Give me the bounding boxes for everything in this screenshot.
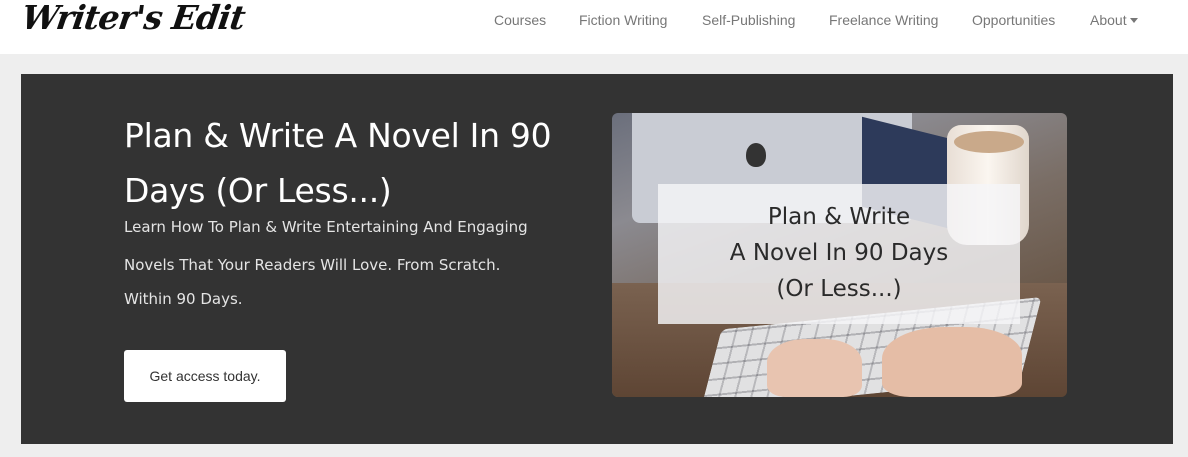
get-access-button[interactable]: Get access today. [124, 350, 286, 402]
nav-about-label: About [1090, 12, 1127, 28]
hero-subtitle-line: Within 90 Days. [124, 290, 243, 308]
nav-courses[interactable]: Courses [494, 12, 546, 28]
nav-self-publishing[interactable]: Self-Publishing [702, 12, 795, 28]
image-text-line: Plan & Write [767, 204, 911, 230]
nav-freelance-writing[interactable]: Freelance Writing [829, 12, 938, 28]
nav-opportunities[interactable]: Opportunities [972, 12, 1055, 28]
image-text-overlay: Plan & Write A Novel In 90 Days (Or Less… [658, 184, 1020, 324]
image-text-line: A Novel In 90 Days [729, 240, 949, 266]
hand-graphic [767, 339, 862, 397]
hero-title: Plan & Write A Novel In 90 Days (Or Less… [124, 116, 552, 210]
hand-graphic [882, 327, 1022, 397]
coffee-cup-top-graphic [954, 131, 1024, 153]
hero-subtitle-line: Novels That Your Readers Will Love. From… [124, 256, 501, 274]
hero-banner: Plan & Write A Novel In 90 Days (Or Less… [21, 74, 1173, 444]
nav-fiction-writing[interactable]: Fiction Writing [579, 12, 667, 28]
course-promo-image: Plan & Write A Novel In 90 Days (Or Less… [612, 113, 1067, 397]
chevron-down-icon [1129, 17, 1138, 23]
site-header: Writer's Edit Courses Fiction Writing Se… [0, 0, 1188, 54]
apple-logo-icon [746, 143, 766, 167]
hero-subtitle-line: Learn How To Plan & Write Entertaining A… [124, 218, 528, 236]
nav-about[interactable]: About [1090, 12, 1138, 28]
image-text-line: (Or Less...) [776, 276, 902, 302]
main-nav: Courses Fiction Writing Self-Publishing … [0, 0, 1188, 42]
